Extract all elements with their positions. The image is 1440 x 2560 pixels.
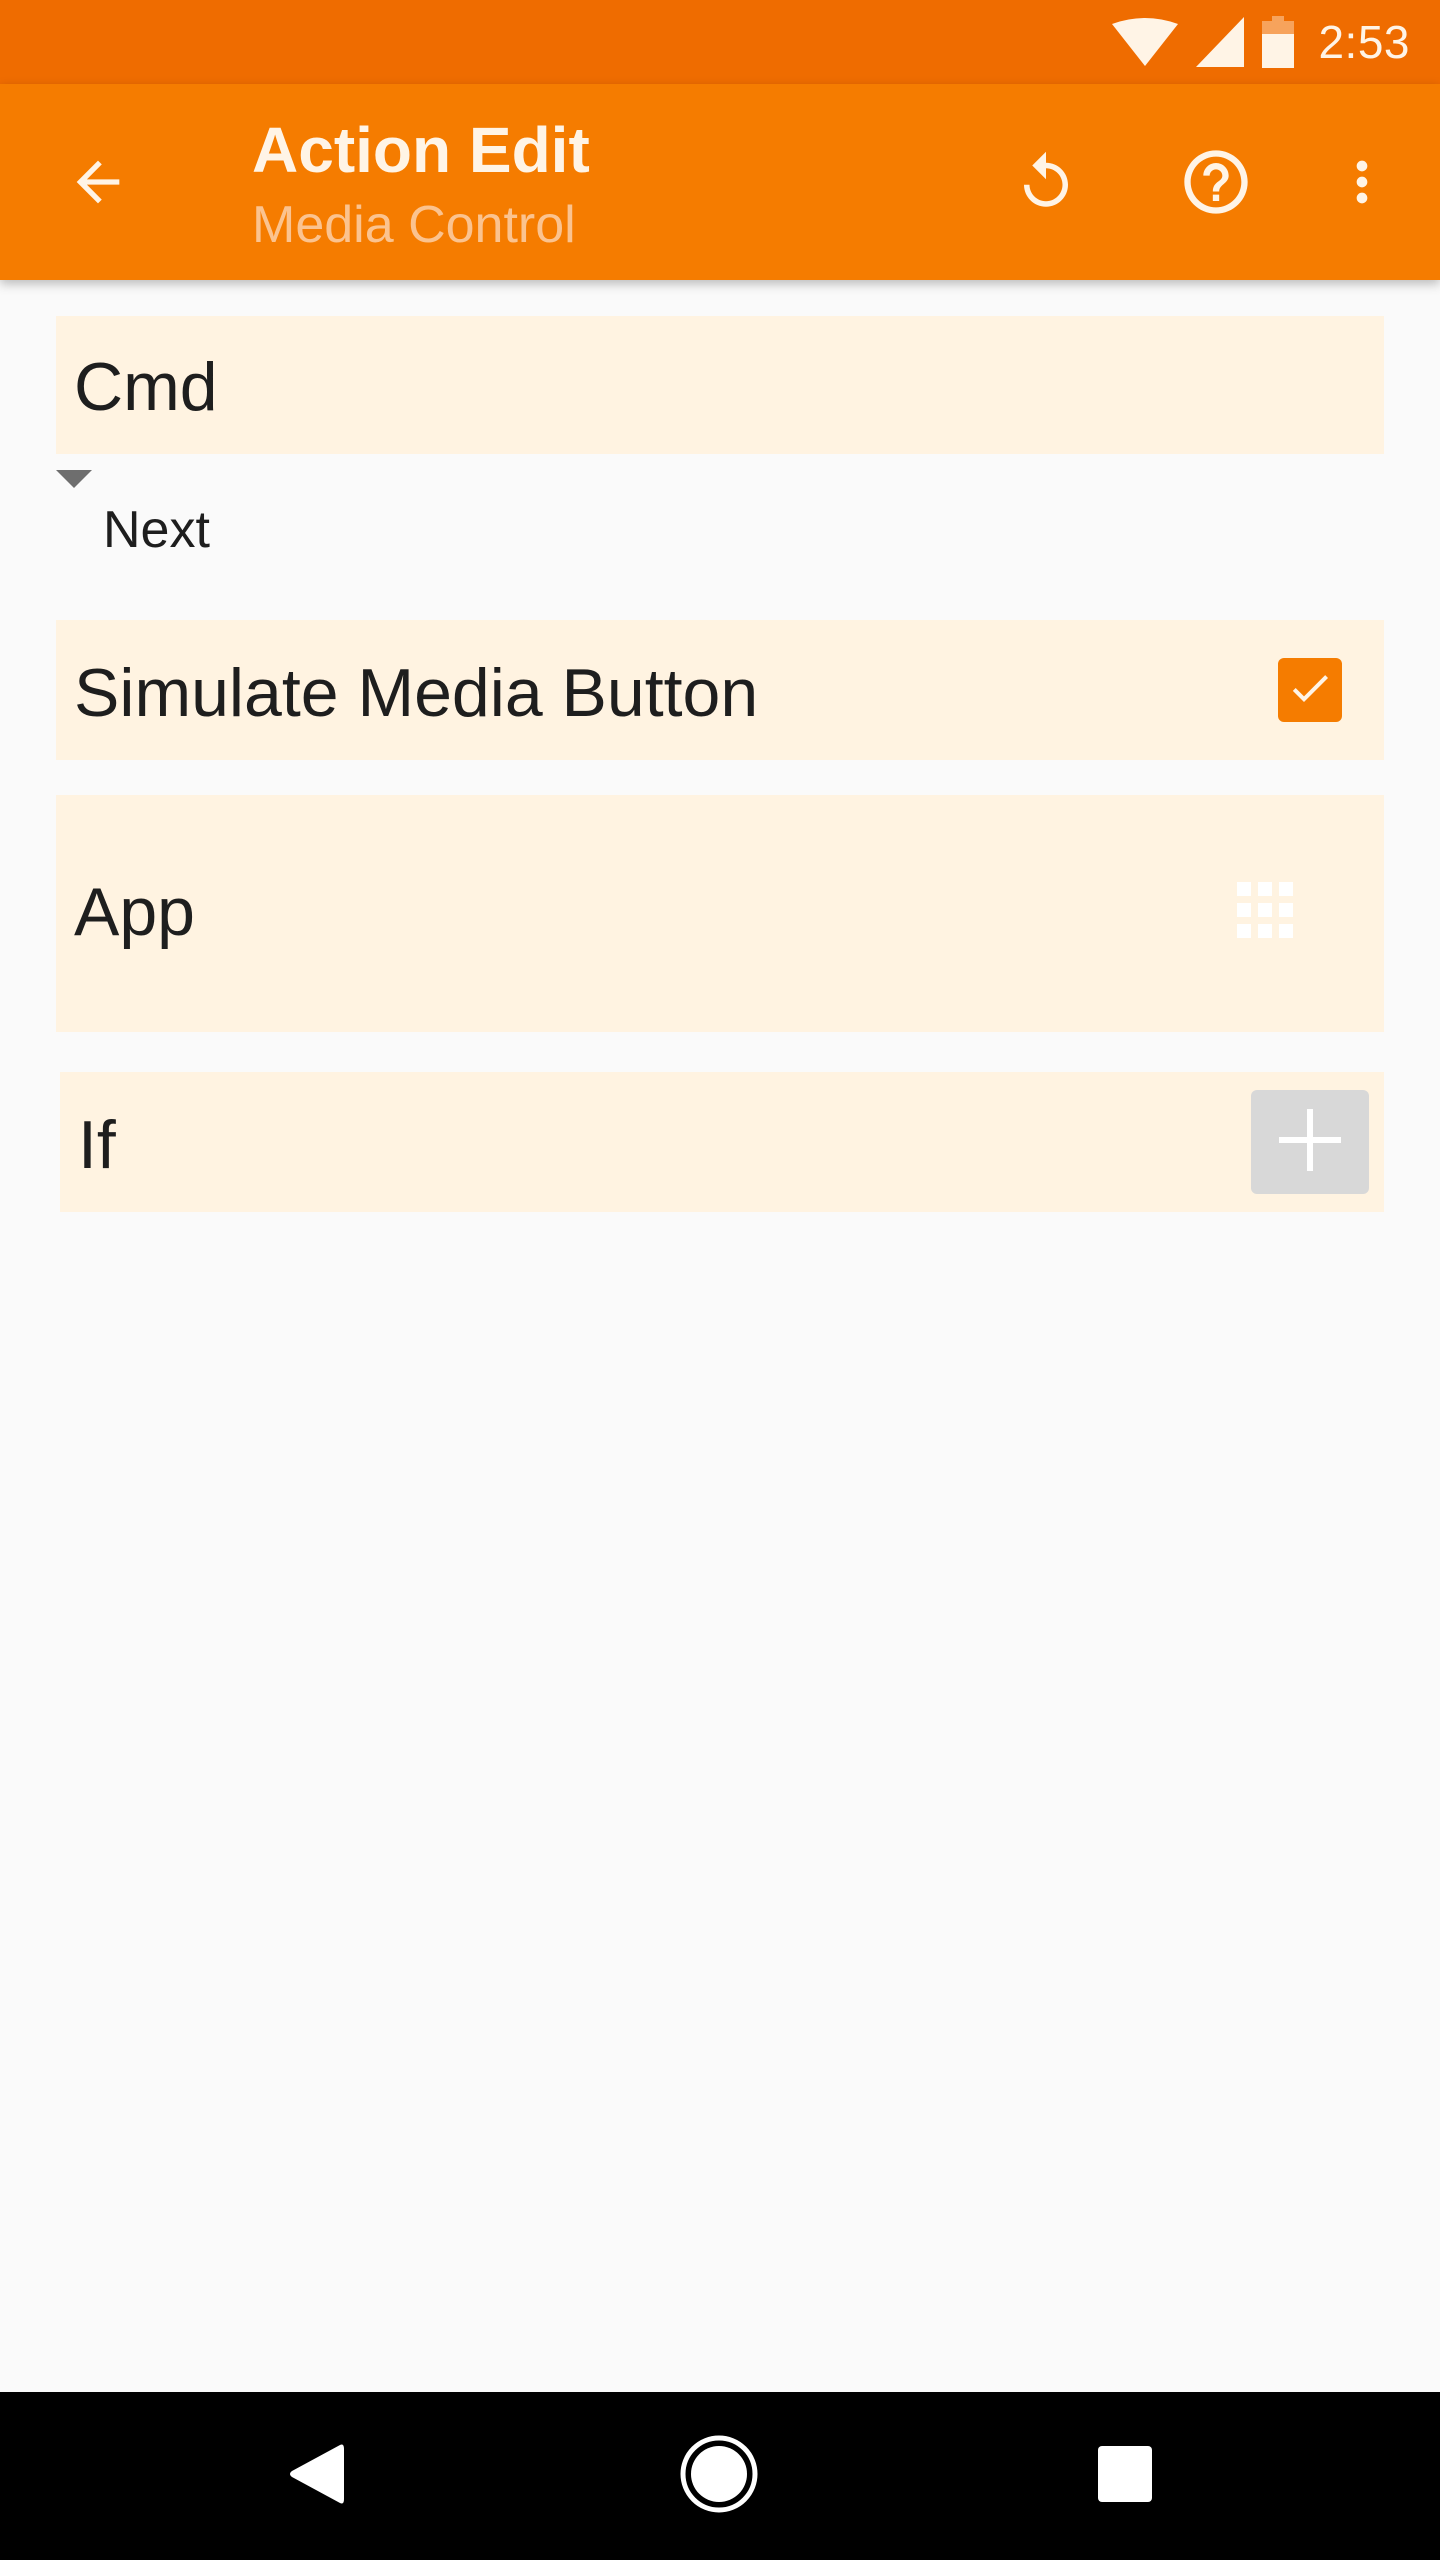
if-section: If bbox=[60, 1072, 1384, 1212]
battery-icon bbox=[1262, 16, 1295, 68]
cell-signal-icon bbox=[1196, 17, 1245, 67]
cmd-section: Cmd bbox=[56, 316, 1384, 454]
reset-icon bbox=[1013, 149, 1079, 220]
simulate-media-button-checkbox[interactable] bbox=[1278, 658, 1342, 722]
simulate-media-button-row[interactable]: Simulate Media Button bbox=[56, 620, 1384, 760]
page-title: Action Edit bbox=[252, 114, 590, 186]
nav-home-button[interactable] bbox=[669, 2426, 769, 2526]
if-label: If bbox=[78, 1107, 116, 1183]
app-bar: Action Edit Media Control bbox=[0, 84, 1440, 280]
cmd-dropdown[interactable]: Next bbox=[56, 470, 1384, 594]
nav-back-icon bbox=[288, 2443, 344, 2510]
more-options-button[interactable] bbox=[1314, 136, 1410, 232]
nav-back-button[interactable] bbox=[266, 2426, 366, 2526]
checkmark-icon bbox=[1286, 664, 1334, 717]
add-condition-button[interactable] bbox=[1251, 1090, 1369, 1194]
app-label: App bbox=[74, 874, 195, 950]
app-select-button[interactable] bbox=[1226, 873, 1306, 953]
cmd-label: Cmd bbox=[74, 349, 218, 425]
reset-button[interactable] bbox=[998, 136, 1094, 232]
app-section: App bbox=[56, 795, 1384, 1032]
help-circle-icon bbox=[1178, 144, 1254, 225]
nav-recents-icon bbox=[1098, 2445, 1152, 2507]
plus-icon bbox=[1279, 1108, 1341, 1176]
arrow-back-icon bbox=[66, 150, 130, 219]
app-grid-icon bbox=[1237, 881, 1295, 945]
page-subtitle: Media Control bbox=[252, 196, 576, 254]
wifi-icon bbox=[1112, 18, 1179, 66]
status-bar: 2:53 bbox=[0, 0, 1440, 84]
system-nav-bar bbox=[0, 2392, 1440, 2560]
back-button[interactable] bbox=[50, 136, 146, 232]
cmd-selected-value: Next bbox=[103, 501, 210, 559]
nav-home-icon bbox=[679, 2434, 759, 2519]
dropdown-arrow-icon bbox=[56, 470, 92, 490]
app-bar-titles: Action Edit Media Control bbox=[252, 110, 590, 260]
nav-recents-button[interactable] bbox=[1075, 2426, 1175, 2526]
help-button[interactable] bbox=[1168, 136, 1264, 232]
more-vert-icon bbox=[1330, 150, 1394, 219]
simulate-media-button-label: Simulate Media Button bbox=[74, 655, 759, 731]
status-time: 2:53 bbox=[1318, 16, 1410, 68]
